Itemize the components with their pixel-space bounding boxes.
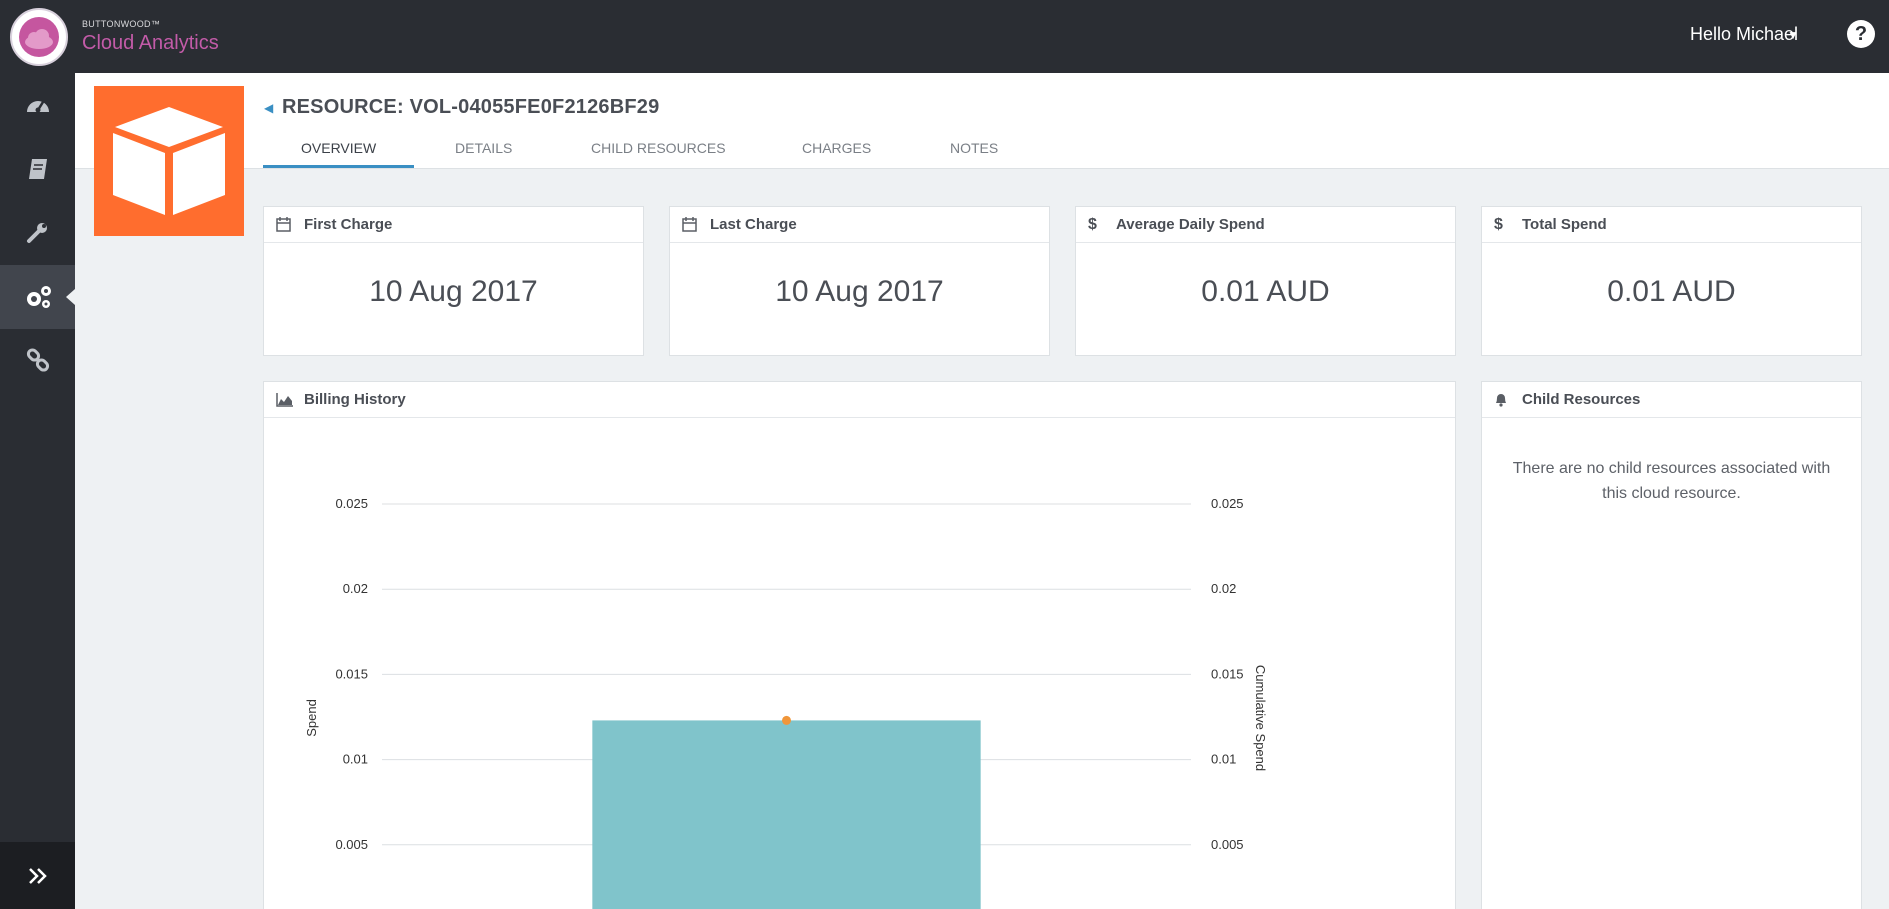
y2-tick-label: 0.005 (1211, 837, 1244, 852)
user-menu[interactable]: Hello Michael (1690, 24, 1798, 45)
stat-label: Average Daily Spend (1116, 216, 1265, 233)
top-bar: BUTTONWOOD™ Cloud Analytics Hello Michae… (0, 0, 1889, 73)
dollar-icon: $ (1088, 215, 1097, 233)
wrench-icon (26, 223, 47, 243)
sidebar-item-tools[interactable] (0, 201, 75, 265)
link-icon (26, 348, 49, 372)
double-chevron-right-icon (28, 867, 47, 884)
help-icon[interactable]: ? (1847, 20, 1875, 48)
tab-notes[interactable]: NOTES (950, 140, 998, 156)
sidebar (0, 73, 75, 909)
brand-name: Cloud Analytics (82, 32, 219, 54)
calendar-icon (682, 217, 700, 232)
caret-down-icon[interactable]: ▼ (1787, 28, 1799, 42)
billing-history-chart: 000.0050.0050.010.010.0150.0150.020.020.… (304, 496, 1268, 909)
back-caret-icon[interactable]: ◀ (264, 101, 273, 115)
book-icon (28, 159, 47, 179)
y2-tick-label: 0.01 (1211, 752, 1236, 767)
billing-history-card: Billing History 000.0050.0050.010.010.01… (263, 381, 1456, 909)
y-tick-label: 0.02 (343, 581, 368, 596)
bell-icon (1494, 392, 1512, 407)
sidebar-item-resources[interactable] (0, 265, 75, 329)
y2-tick-label: 0.025 (1211, 496, 1244, 511)
child-resources-card: Child Resources There are no child resou… (1481, 381, 1862, 909)
y2-tick-label: 0.02 (1211, 581, 1236, 596)
tab-charges[interactable]: CHARGES (802, 140, 871, 156)
page-title: RESOURCE: VOL-04055FE0F2126BF29 (282, 96, 660, 118)
y2-axis-label: Cumulative Spend (1253, 665, 1268, 771)
dashboard-icon (26, 101, 49, 113)
stat-value: 10 Aug 2017 (775, 275, 944, 308)
stat-card-last-charge: Last Charge 10 Aug 2017 (669, 206, 1050, 356)
y-tick-label: 0.01 (343, 752, 368, 767)
gears-icon (26, 286, 51, 308)
y-axis-label: Spend (304, 699, 319, 737)
y-tick-label: 0.015 (335, 666, 368, 681)
brand-small-text: BUTTONWOOD™ (82, 19, 161, 29)
stat-card-first-charge: First Charge 10 Aug 2017 (263, 206, 644, 356)
cumulative-point[interactable] (782, 715, 791, 725)
bar[interactable] (592, 720, 981, 909)
stat-label: Total Spend (1522, 216, 1607, 233)
area-chart-icon (276, 392, 294, 407)
active-tab-indicator (263, 165, 414, 168)
brand-logo[interactable] (10, 8, 68, 66)
stat-card-average-daily-spend: $ Average Daily Spend 0.01 AUD (1075, 206, 1456, 356)
stat-value: 10 Aug 2017 (369, 275, 538, 308)
stat-value: 0.01 AUD (1201, 275, 1330, 308)
box-icon (113, 107, 225, 215)
sidebar-item-dashboard[interactable] (0, 73, 75, 137)
y-tick-label: 0.005 (335, 837, 368, 852)
sidebar-item-links[interactable] (0, 329, 75, 393)
card-title: Billing History (304, 391, 406, 408)
stat-card-total-spend: $ Total Spend 0.01 AUD (1481, 206, 1862, 356)
cloud-logo-icon (25, 29, 53, 49)
card-title: Child Resources (1522, 391, 1641, 408)
stat-label: First Charge (304, 216, 393, 233)
calendar-icon (276, 217, 294, 232)
tab-details[interactable]: DETAILS (455, 140, 512, 156)
sidebar-item-reports[interactable] (0, 137, 75, 201)
empty-state-message: There are no child resources associated … (1512, 460, 1831, 502)
tab-child-resources[interactable]: CHILD RESOURCES (591, 140, 726, 156)
sidebar-expand-button[interactable] (0, 842, 75, 909)
stat-label: Last Charge (710, 216, 797, 233)
y-tick-label: 0.025 (335, 496, 368, 511)
dollar-icon: $ (1494, 215, 1503, 233)
tab-overview[interactable]: OVERVIEW (301, 140, 376, 156)
stat-value: 0.01 AUD (1607, 275, 1736, 308)
y2-tick-label: 0.015 (1211, 666, 1244, 681)
resource-type-icon (94, 86, 244, 236)
